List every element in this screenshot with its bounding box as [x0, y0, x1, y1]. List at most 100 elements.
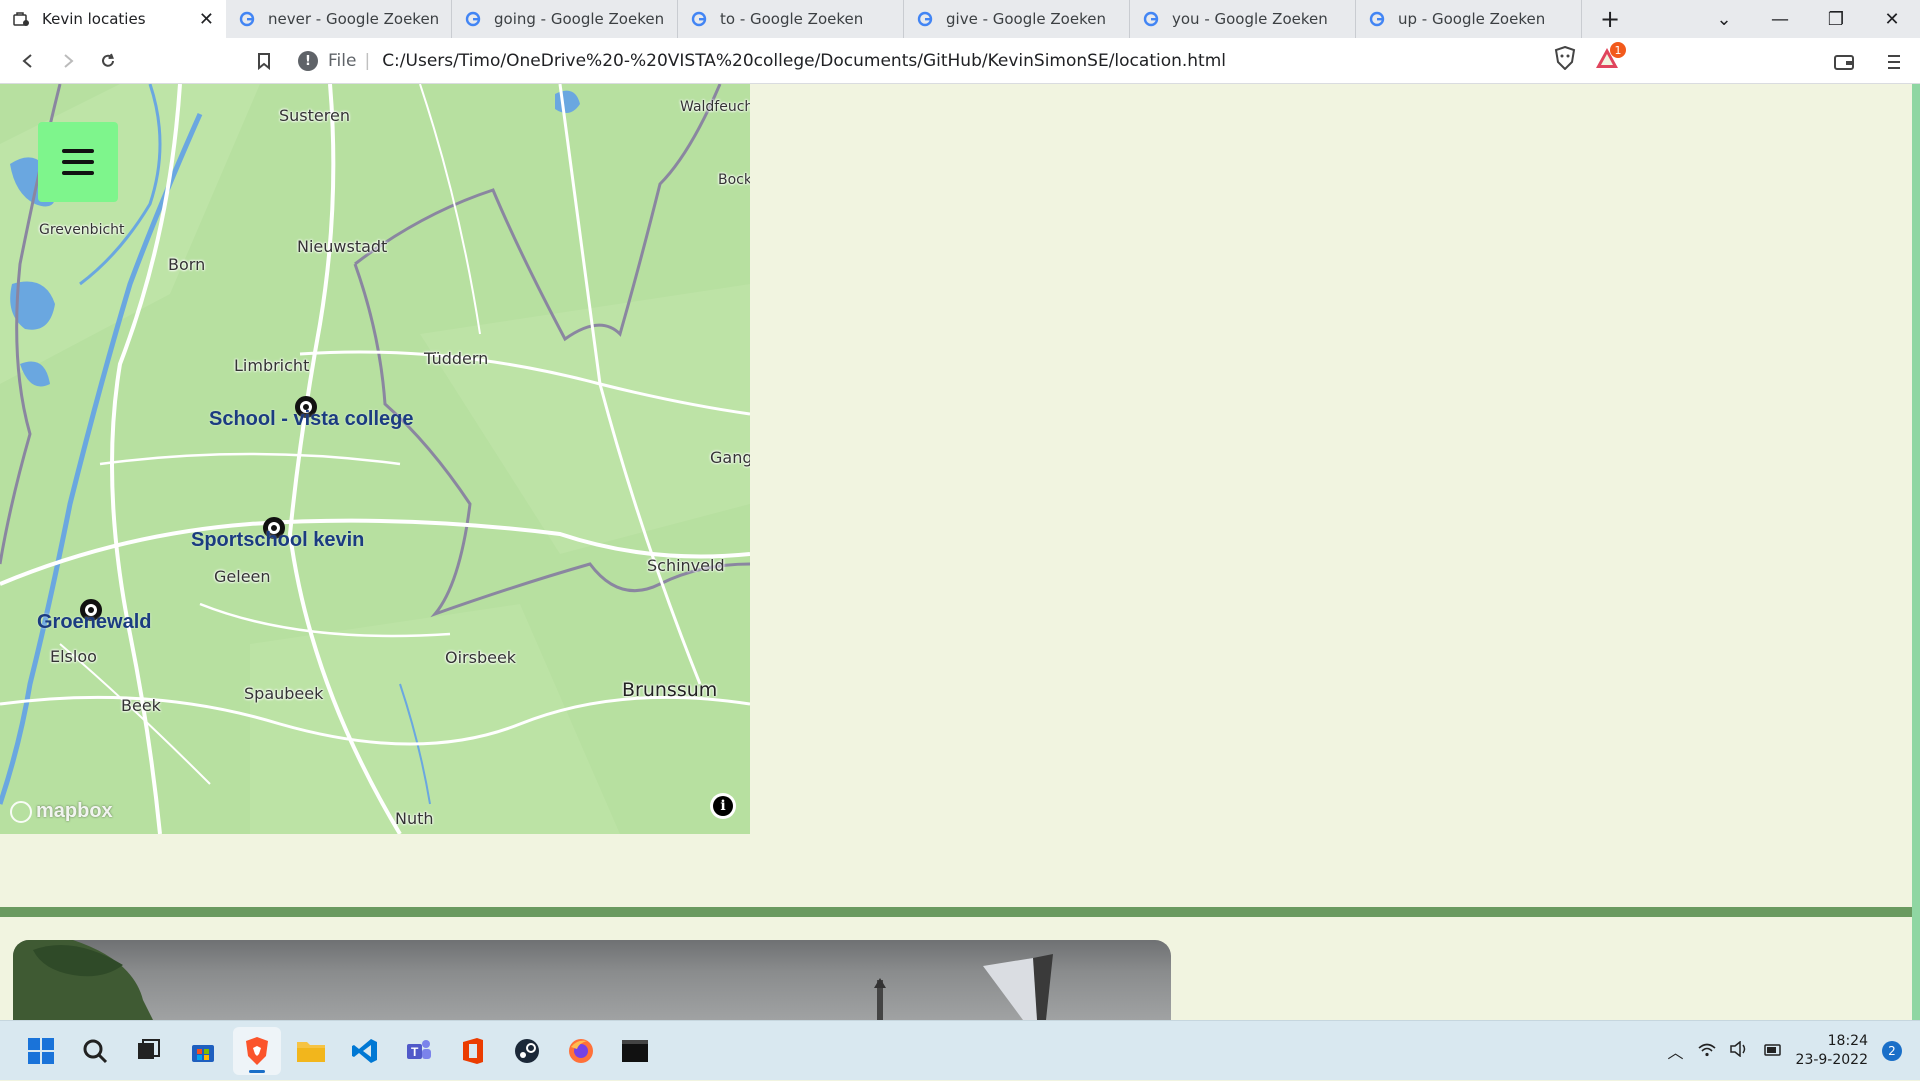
hamburger-icon-bar: [62, 171, 94, 175]
steam-icon[interactable]: [503, 1027, 551, 1075]
rewards-badge: 1: [1610, 42, 1626, 58]
bookmark-icon[interactable]: [244, 41, 284, 81]
tab-label: Kevin locaties: [42, 10, 146, 28]
restore-button[interactable]: ❐: [1808, 0, 1864, 38]
show-hidden-icons-icon[interactable]: ︿: [1668, 1039, 1684, 1063]
hamburger-menu-button[interactable]: [38, 122, 118, 202]
tab-label: going - Google Zoeken: [494, 10, 665, 28]
teams-icon[interactable]: T: [395, 1027, 443, 1075]
url-text: C:/Users/Timo/OneDrive%20-%20VISTA%20col…: [382, 51, 1227, 71]
tab-up[interactable]: up - Google Zoeken: [1356, 0, 1582, 38]
reload-icon[interactable]: [88, 41, 128, 81]
brave-shields-icon[interactable]: [1554, 45, 1576, 74]
place-label: Gang: [710, 448, 750, 467]
place-label: Tüddern: [424, 349, 489, 368]
tab-label: to - Google Zoeken: [720, 10, 864, 28]
firefox-icon[interactable]: [557, 1027, 605, 1075]
marker-label-groenewald: Groenewald: [37, 611, 152, 633]
place-label: Nieuwstadt: [297, 237, 388, 256]
clock-time: 18:24: [1827, 1033, 1868, 1049]
tab-strip: Kevin locaties ✕ never - Google Zoeken g…: [0, 0, 1920, 38]
place-label: Oirsbeek: [445, 648, 517, 667]
forward-icon[interactable]: [48, 41, 88, 81]
tab-never[interactable]: never - Google Zoeken: [226, 0, 452, 38]
wifi-icon[interactable]: [1698, 1042, 1716, 1061]
tab-going[interactable]: going - Google Zoeken: [452, 0, 678, 38]
start-icon[interactable]: [17, 1027, 65, 1075]
minimize-button[interactable]: —: [1752, 0, 1808, 38]
tab-you[interactable]: you - Google Zoeken: [1130, 0, 1356, 38]
office-icon[interactable]: [449, 1027, 497, 1075]
place-label: Nuth: [395, 809, 434, 828]
google-icon: [690, 10, 708, 28]
place-label: Spaubeek: [244, 684, 324, 703]
place-label: Schinveld: [647, 556, 725, 575]
place-label: Grevenbicht: [39, 222, 125, 238]
location-map[interactable]: Susteren Waldfeucht Bock Grevenbicht Bor…: [0, 84, 750, 834]
tab-label: never - Google Zoeken: [268, 10, 439, 28]
google-icon: [1368, 10, 1386, 28]
search-icon[interactable]: [71, 1027, 119, 1075]
google-icon: [916, 10, 934, 28]
attribution-button[interactable]: i: [710, 793, 736, 819]
google-icon: [1142, 10, 1160, 28]
volume-icon[interactable]: [1729, 1040, 1748, 1061]
hamburger-icon: [62, 149, 94, 153]
tab-label: you - Google Zoeken: [1172, 10, 1328, 28]
menu-icon[interactable]: [1874, 42, 1914, 82]
place-label: Brunssum: [622, 679, 718, 701]
store-icon[interactable]: [179, 1027, 227, 1075]
new-tab-button[interactable]: +: [1582, 0, 1638, 38]
page-viewport: Susteren Waldfeucht Bock Grevenbicht Bor…: [0, 84, 1920, 1020]
tab-label: up - Google Zoeken: [1398, 10, 1546, 28]
place-label: Born: [168, 255, 206, 274]
clock[interactable]: 18:24 23-9-2022: [1796, 1032, 1868, 1070]
brave-icon[interactable]: [233, 1026, 281, 1075]
tab-kevin-locaties[interactable]: Kevin locaties ✕: [0, 0, 226, 38]
google-icon: [238, 10, 256, 28]
page-scrollbar[interactable]: [1912, 84, 1920, 1020]
wallet-icon[interactable]: [1824, 42, 1864, 82]
url-separator: |: [364, 51, 371, 71]
vscode-icon[interactable]: [341, 1027, 389, 1075]
battery-icon[interactable]: [1762, 1042, 1782, 1061]
windows-taskbar: T ︿ 18:24 23-9-2022 2: [0, 1020, 1920, 1080]
window-controls: ⌄ — ❐ ✕: [1696, 0, 1920, 38]
place-label: Bock: [718, 172, 750, 188]
mapbox-logo-icon: [10, 800, 32, 823]
google-icon: [464, 10, 482, 28]
marker-label-sportschool: Sportschool kevin: [191, 529, 365, 551]
toolbar-right: [1824, 42, 1920, 82]
place-label: Beek: [121, 696, 161, 715]
tab-give[interactable]: give - Google Zoeken: [904, 0, 1130, 38]
place-label: Susteren: [279, 106, 350, 125]
system-tray: ︿ 18:24 23-9-2022 2: [1668, 1021, 1920, 1081]
site-info-icon[interactable]: !: [298, 51, 318, 71]
photo-content: [13, 940, 1053, 1020]
info-icon: i: [713, 796, 733, 816]
brave-rewards-icon[interactable]: 1: [1594, 42, 1626, 74]
address-bar[interactable]: ! File | C:/Users/Timo/OneDrive%20-%20VI…: [288, 42, 1548, 80]
place-label: Elsloo: [50, 647, 97, 666]
tab-to[interactable]: to - Google Zoeken: [678, 0, 904, 38]
hamburger-icon-bar: [62, 160, 94, 164]
task-view-icon[interactable]: [125, 1027, 173, 1075]
page-icon: [12, 10, 30, 28]
place-label: Waldfeucht: [680, 99, 750, 115]
notification-badge[interactable]: 2: [1882, 1041, 1902, 1061]
file-explorer-icon[interactable]: [287, 1027, 335, 1075]
url-scheme: File: [328, 51, 357, 71]
clock-date: 23-9-2022: [1795, 1052, 1868, 1068]
mapbox-logo-text: mapbox: [36, 800, 113, 822]
brave-toolbar-icons: 1: [1554, 42, 1626, 74]
place-label: Limbricht: [234, 356, 310, 375]
back-icon[interactable]: [8, 41, 48, 81]
close-tab-icon[interactable]: ✕: [199, 9, 214, 30]
terminal-icon[interactable]: [611, 1027, 659, 1075]
svg-text:T: T: [411, 1045, 419, 1059]
mapbox-logo[interactable]: mapbox: [10, 800, 113, 823]
tab-search-chevron-icon[interactable]: ⌄: [1696, 0, 1752, 38]
location-photo: [13, 940, 1171, 1020]
close-window-button[interactable]: ✕: [1864, 0, 1920, 38]
scrollbar-thumb[interactable]: [1912, 84, 1920, 1020]
